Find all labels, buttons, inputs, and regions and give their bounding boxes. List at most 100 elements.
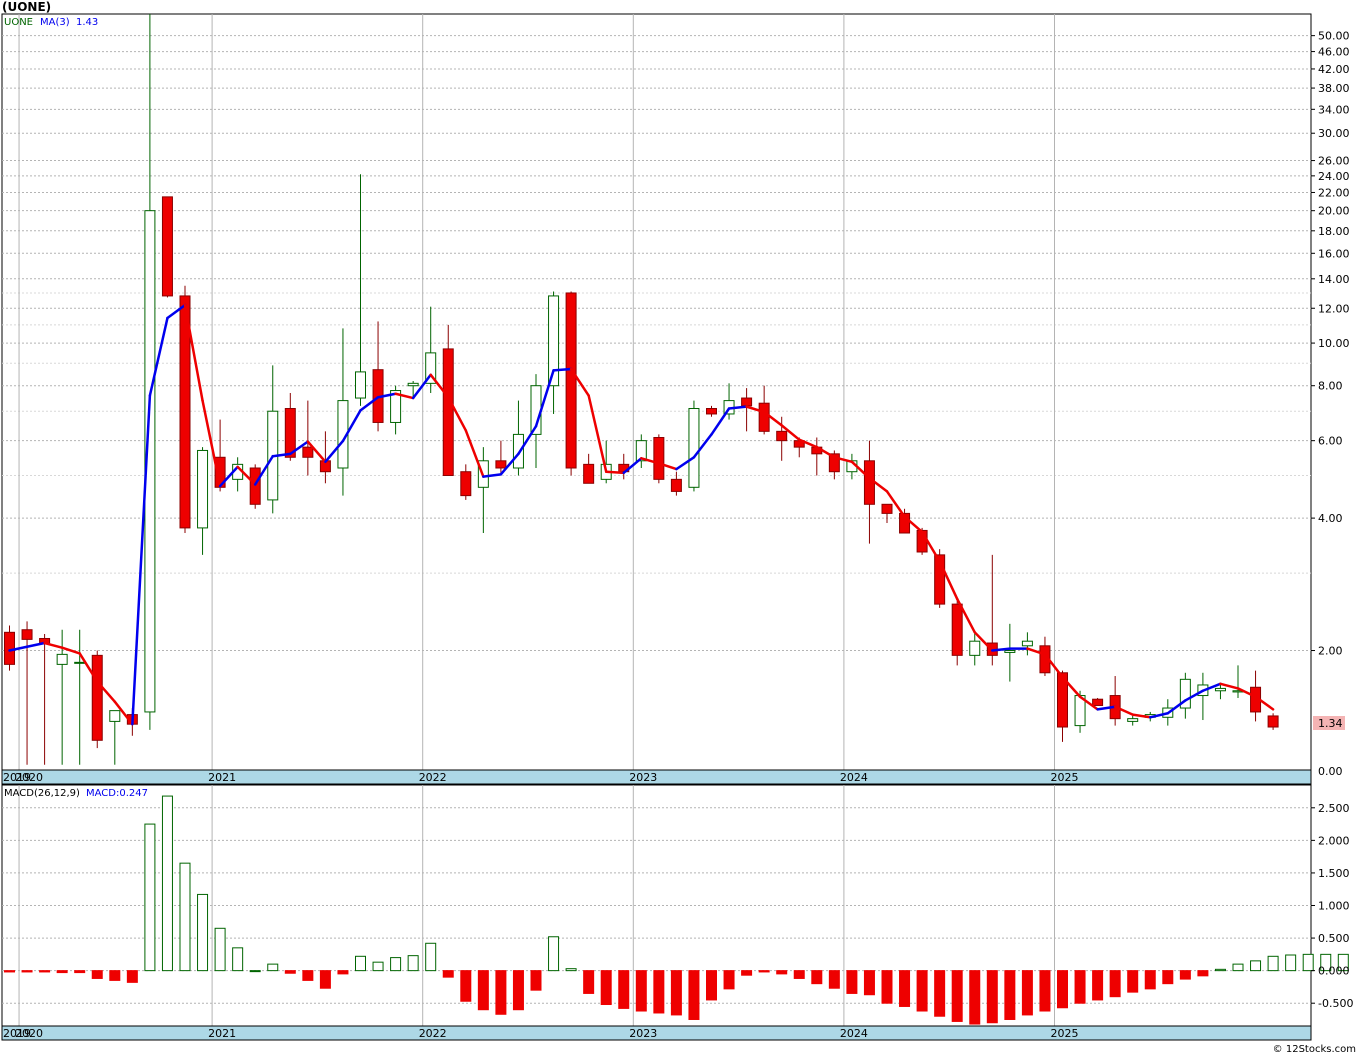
price-tick-label: 8.00 bbox=[1318, 380, 1343, 393]
macd-bar bbox=[793, 970, 805, 979]
macd-bar bbox=[460, 970, 472, 1002]
macd-x-tick-label: 2020 bbox=[15, 1027, 43, 1040]
macd-bar bbox=[828, 970, 840, 989]
candle-body bbox=[688, 408, 700, 488]
ma-segment bbox=[552, 367, 573, 372]
candle-body bbox=[512, 433, 524, 469]
macd-bar bbox=[1109, 970, 1121, 998]
candle-body bbox=[706, 408, 717, 415]
candle-body bbox=[302, 446, 314, 458]
macd-bar bbox=[1232, 963, 1244, 972]
macd-bar bbox=[232, 947, 244, 972]
price-tick-label: 2.00 bbox=[1318, 645, 1343, 658]
macd-bar bbox=[425, 942, 437, 972]
candle-body bbox=[74, 661, 86, 664]
candle-body bbox=[495, 460, 507, 469]
last-price-badge: 1.34 bbox=[1313, 716, 1345, 730]
price-tick-label: 26.00 bbox=[1318, 155, 1350, 168]
price-tick-label: 4.00 bbox=[1318, 512, 1343, 525]
macd-bar bbox=[600, 970, 612, 1006]
price-tick-label: 6.00 bbox=[1318, 435, 1343, 448]
macd-bar bbox=[565, 968, 577, 972]
price-x-tick-label: 2025 bbox=[1051, 771, 1079, 784]
candle-body bbox=[776, 430, 788, 442]
chart-canvas[interactable]: 0.00 2.00 4.00 6.00 8.00 10.00 12.00 14.00 16.00… bbox=[0, 0, 1360, 1056]
macd-bar bbox=[302, 970, 314, 981]
macd-bar bbox=[741, 970, 753, 976]
candle-body bbox=[91, 654, 103, 741]
price-tick-label: 12.00 bbox=[1318, 302, 1350, 315]
macd-bar bbox=[1179, 970, 1191, 980]
macd-bar bbox=[56, 970, 68, 974]
candle-body bbox=[407, 382, 419, 387]
macd-bar bbox=[1021, 970, 1033, 1016]
macd-x-axis-band: 20192020 2021 2022 2023 2024 2025 bbox=[1, 1025, 1312, 1041]
macd-bar bbox=[548, 936, 560, 972]
macd-bar bbox=[21, 970, 33, 973]
macd-bar bbox=[1250, 960, 1262, 972]
price-x-axis-band: 20192020 2021 2022 2023 2024 2025 bbox=[1, 769, 1312, 785]
candle-body bbox=[1267, 715, 1279, 728]
macd-bar bbox=[706, 970, 717, 1001]
price-tick-label: 22.00 bbox=[1318, 186, 1350, 199]
price-tick-label: 10.00 bbox=[1318, 337, 1350, 350]
price-x-tick-label: 2022 bbox=[419, 771, 447, 784]
macd-bar bbox=[1214, 968, 1226, 972]
candle-body bbox=[565, 292, 577, 469]
macd-bar bbox=[179, 862, 191, 972]
macd-bar bbox=[91, 970, 103, 979]
macd-bar bbox=[1074, 970, 1086, 1004]
candle-body bbox=[197, 449, 209, 529]
candle-body bbox=[442, 348, 454, 476]
macd-tick-label: 2.000 bbox=[1318, 834, 1350, 847]
price-tick-label: 42.00 bbox=[1318, 63, 1350, 76]
macd-bar bbox=[372, 961, 384, 972]
macd-tick-label: 0.500 bbox=[1318, 932, 1350, 945]
price-tick-label: 18.00 bbox=[1318, 225, 1350, 238]
macd-bar bbox=[197, 893, 209, 972]
candle-body bbox=[109, 710, 121, 722]
candle-body bbox=[969, 640, 981, 656]
price-tick-label: 30.00 bbox=[1318, 127, 1350, 140]
macd-bar bbox=[1039, 970, 1051, 1012]
candle-body bbox=[758, 402, 770, 432]
macd-bar bbox=[811, 970, 823, 985]
macd-bar bbox=[249, 970, 261, 973]
macd-y-axis: -0.500 0.000 0.500 1.000 1.500 2.000 2.500 bbox=[1311, 802, 1353, 1010]
candle-body bbox=[863, 460, 875, 505]
macd-bar bbox=[776, 970, 788, 975]
watermark: © 12Stocks.com bbox=[1272, 1044, 1356, 1055]
macd-bar bbox=[1285, 954, 1297, 972]
macd-bar bbox=[881, 970, 893, 1004]
macd-tick-label: 1.000 bbox=[1318, 900, 1350, 913]
macd-bar bbox=[1127, 970, 1139, 993]
candle-body bbox=[951, 603, 963, 656]
candle-body bbox=[161, 196, 173, 297]
legend-symbol: UONE bbox=[4, 17, 33, 28]
macd-bar bbox=[618, 970, 630, 1009]
price-tick-label: 14.00 bbox=[1318, 273, 1350, 286]
candle-body bbox=[249, 467, 261, 505]
macd-bar bbox=[670, 970, 682, 1016]
macd-bar bbox=[284, 970, 296, 974]
macd-tick-label: 2.500 bbox=[1318, 802, 1350, 815]
macd-tick-label: -0.500 bbox=[1318, 997, 1353, 1010]
macd-bar bbox=[758, 970, 770, 973]
macd-bar bbox=[1302, 953, 1314, 972]
macd-bar bbox=[723, 970, 735, 990]
macd-bar bbox=[1267, 955, 1279, 972]
price-tick-label: 24.00 bbox=[1318, 170, 1350, 183]
macd-bar bbox=[846, 970, 858, 994]
macd-bar bbox=[934, 970, 946, 1017]
macd-bar bbox=[161, 795, 173, 972]
macd-bar bbox=[1162, 970, 1174, 985]
candle-body bbox=[21, 629, 33, 640]
last-price-label: 1.34 bbox=[1318, 717, 1343, 730]
candle-body bbox=[653, 437, 665, 480]
macd-bar bbox=[986, 970, 998, 1024]
macd-bar bbox=[214, 927, 226, 972]
macd-bar bbox=[126, 970, 138, 983]
macd-bar bbox=[512, 970, 524, 1011]
macd-x-tick-label: 2022 bbox=[419, 1027, 447, 1040]
macd-bar bbox=[267, 963, 279, 972]
